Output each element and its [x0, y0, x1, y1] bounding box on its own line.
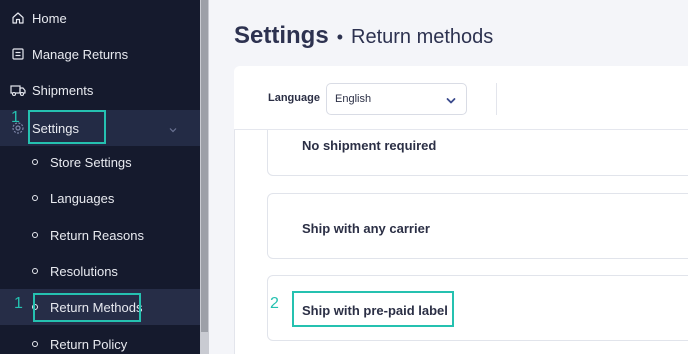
annotation-number: 2: [270, 295, 279, 312]
sidebar-subitem-return-reasons[interactable]: Return Reasons: [0, 217, 200, 253]
sidebar-subitem-resolutions[interactable]: Resolutions: [0, 253, 200, 289]
bullet-icon: [32, 159, 38, 165]
annotation-box-return-methods: [33, 293, 141, 322]
sidebar-subitem-store-settings[interactable]: Store Settings: [0, 144, 200, 180]
annotation-number: 1: [14, 295, 23, 312]
annotation-number: 1: [11, 109, 20, 126]
divider: [496, 83, 497, 115]
sidebar-item-manage-returns[interactable]: Manage Returns: [0, 36, 200, 72]
annotation-box-settings: [28, 110, 106, 144]
language-select-value: English: [335, 93, 372, 105]
method-label: Ship with any carrier: [302, 221, 430, 236]
sidebar-item-label: Manage Returns: [32, 46, 129, 62]
page-subtitle: Return methods: [351, 26, 494, 48]
sidebar-item-home[interactable]: Home: [0, 0, 200, 36]
truck-icon: [10, 82, 26, 98]
home-icon: [10, 10, 26, 26]
sidebar-scrollbar[interactable]: [200, 0, 209, 354]
bullet-icon: [32, 195, 38, 201]
language-select[interactable]: English: [326, 83, 467, 115]
returns-icon: [10, 46, 26, 62]
method-label: No shipment required: [302, 138, 437, 153]
method-row-any-carrier[interactable]: Ship with any carrier: [267, 193, 688, 259]
bullet-icon: [32, 268, 38, 274]
sidebar-subitem-label: Resolutions: [50, 263, 118, 279]
page-title: Settings • Return methods: [234, 22, 493, 50]
sidebar-subitem-label: Return Reasons: [50, 227, 144, 243]
annotation-box-prepaid-label: [292, 291, 454, 327]
bullet-icon: [32, 341, 38, 347]
sidebar-subitem-return-policy[interactable]: Return Policy: [0, 326, 200, 354]
bullet-icon: [32, 232, 38, 238]
sidebar-subitem-label: Return Policy: [50, 336, 128, 352]
title-separator: •: [336, 27, 343, 47]
sidebar-subitem-languages[interactable]: Languages: [0, 180, 200, 216]
chevron-down-icon[interactable]: [168, 123, 178, 133]
sidebar-item-shipments[interactable]: Shipments: [0, 72, 200, 108]
sidebar-item-label: Shipments: [32, 82, 94, 98]
sidebar-subitem-label: Store Settings: [50, 154, 132, 170]
language-label: Language: [268, 92, 320, 104]
sidebar-subitem-label: Languages: [50, 190, 115, 206]
scrollbar-thumb[interactable]: [201, 0, 208, 332]
chevron-down-icon: [445, 94, 457, 106]
sidebar-item-label: Home: [32, 10, 67, 26]
page-title-main: Settings: [234, 22, 329, 49]
